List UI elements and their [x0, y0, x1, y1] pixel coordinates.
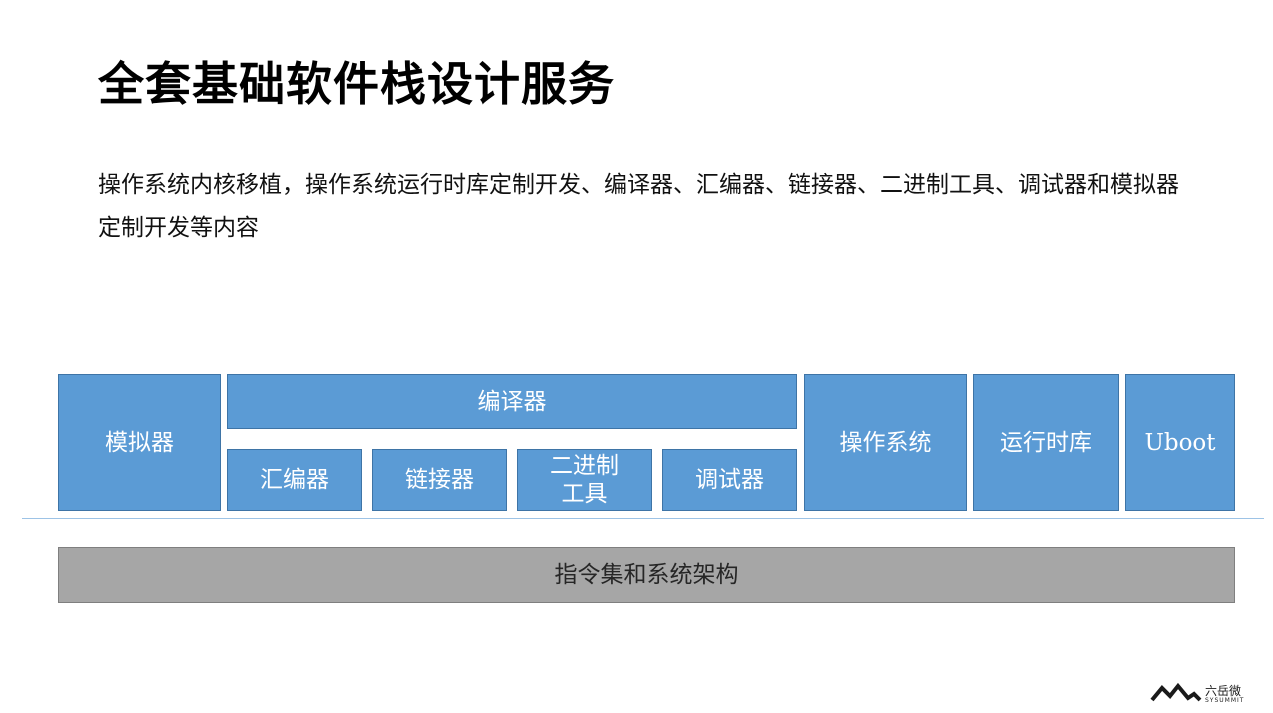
binary-tools-box: 二进制 工具 [517, 449, 652, 511]
assembler-box: 汇编器 [227, 449, 362, 511]
slide-title: 全套基础软件栈设计服务 [98, 57, 615, 111]
compiler-box: 编译器 [227, 374, 797, 429]
runtime-library-box: 运行时库 [973, 374, 1119, 511]
isa-base-box: 指令集和系统架构 [58, 547, 1235, 603]
linker-box: 链接器 [372, 449, 507, 511]
uboot-box: Uboot [1125, 374, 1235, 511]
operating-system-box: 操作系统 [804, 374, 967, 511]
logo-name-en: SYSUMMIT [1205, 697, 1245, 704]
slide-description: 操作系统内核移植，操作系统运行时库定制开发、编译器、汇编器、链接器、二进制工具、… [98, 172, 1179, 241]
debugger-box: 调试器 [662, 449, 797, 511]
layer-divider [22, 518, 1264, 519]
simulator-box: 模拟器 [58, 374, 221, 511]
